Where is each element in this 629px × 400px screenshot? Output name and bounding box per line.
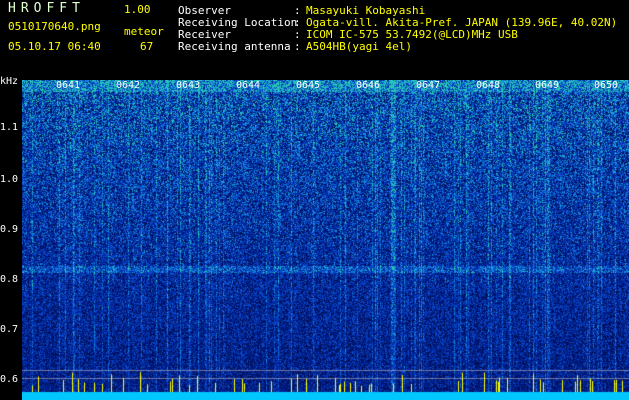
x-tick-0649: 0649 — [535, 80, 560, 91]
x-tick-0641: 0641 — [56, 80, 81, 91]
spectrogram-canvas — [22, 80, 629, 400]
meteor-count: 67 — [140, 40, 154, 53]
file-name: 0510170640.png — [8, 20, 101, 33]
y-tick-0-9: 0.9 — [0, 224, 19, 235]
meteor-label: meteor — [124, 25, 164, 38]
y-tick-0-8: 0.8 — [0, 274, 19, 285]
x-tick-0644: 0644 — [236, 80, 261, 91]
x-tick-0648: 0648 — [476, 80, 501, 91]
header-panel: HROFFT 1.00 0510170640.png 05.10.17 06:4… — [0, 0, 629, 80]
antenna-colon: : — [294, 40, 301, 53]
x-tick-0650: 0650 — [594, 80, 619, 91]
x-tick-0645: 0645 — [296, 80, 321, 91]
x-tick-0646: 0646 — [356, 80, 381, 91]
date-time: 05.10.17 06:40 — [8, 40, 101, 53]
x-tick-0643: 0643 — [176, 80, 201, 91]
x-tick-0647: 0647 — [416, 80, 441, 91]
y-tick-1-1: 1.1 — [0, 122, 19, 133]
y-tick-0-6: 0.6 — [0, 374, 19, 385]
y-tick-0-7: 0.7 — [0, 324, 19, 335]
app-title: HROFFT — [8, 1, 85, 16]
antenna-label: Receiving antenna — [178, 40, 291, 53]
y-tick-1-0: 1.0 — [0, 174, 19, 185]
frequency-axis: kHz 1.1 1.0 0.9 0.8 0.7 0.6 — [0, 76, 24, 400]
antenna-value: A504HB(yagi 4el) — [306, 40, 412, 53]
x-tick-0642: 0642 — [116, 80, 141, 91]
y-unit-label: kHz — [0, 76, 19, 87]
app-version: 1.00 — [124, 3, 151, 16]
